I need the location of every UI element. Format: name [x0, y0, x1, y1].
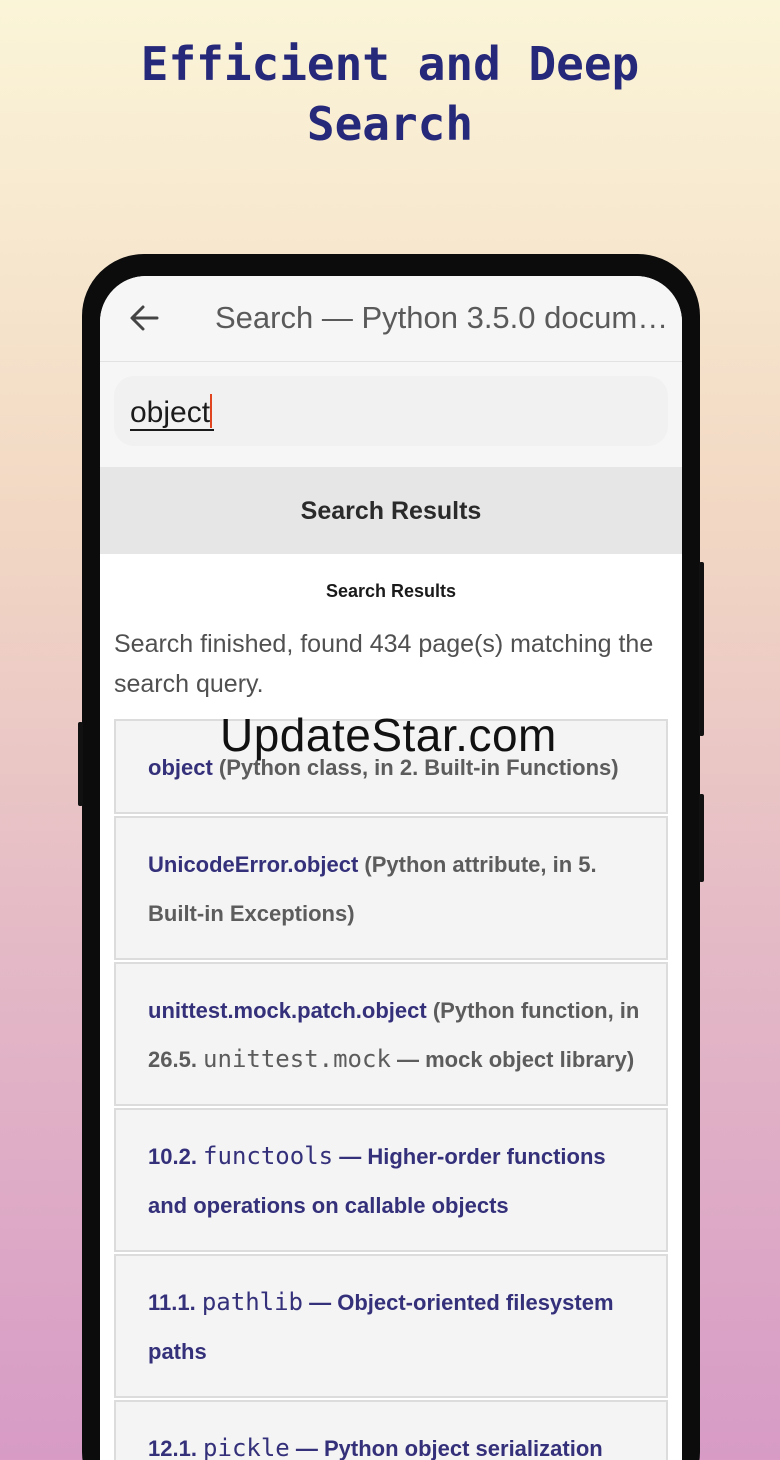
- back-button[interactable]: [124, 296, 164, 340]
- phone-volume-button: [699, 794, 704, 882]
- result-link[interactable]: 12.1. pickle — Python object serializati…: [148, 1434, 603, 1460]
- search-area: object: [100, 362, 682, 468]
- search-query: object: [130, 396, 211, 429]
- result-link[interactable]: unittest.mock.patch.object: [148, 998, 427, 1023]
- promo-title: Efficient and Deep Search: [0, 34, 780, 154]
- result-link[interactable]: object: [148, 755, 213, 780]
- phone-screen: Search — Python 3.5.0 documentation obje…: [100, 276, 682, 1460]
- result-module-name: pathlib: [201, 1288, 303, 1316]
- results-summary: Search finished, found 434 page(s) match…: [114, 630, 654, 698]
- result-link[interactable]: 10.2. functools — Higher-order functions…: [148, 1142, 606, 1218]
- search-box[interactable]: object: [114, 376, 668, 446]
- result-desc: (Python class, in 2. Built-in Functions): [212, 755, 619, 780]
- search-input[interactable]: object: [130, 394, 215, 431]
- result-module-name: pickle: [203, 1434, 290, 1460]
- results-subtitle: Search Results: [325, 581, 457, 601]
- result-item[interactable]: 11.1. pathlib — Object-oriented filesyst…: [114, 1254, 668, 1398]
- result-section-number: 10.2.: [148, 1144, 204, 1169]
- result-item[interactable]: 10.2. functools — Higher-order functions…: [114, 1108, 668, 1252]
- page-title: Search — Python 3.5.0 documentation: [215, 300, 678, 335]
- results-content: Search Results Search finished, found 43…: [100, 581, 682, 1460]
- result-section-number: 11.1.: [148, 1290, 202, 1315]
- result-link[interactable]: UnicodeError.object: [148, 852, 358, 877]
- results-header: Search Results: [100, 468, 682, 554]
- promo-title-line2: Search: [306, 97, 474, 151]
- phone-side-button: [78, 722, 83, 806]
- promo-title-line1: Efficient and Deep: [140, 37, 640, 91]
- result-item[interactable]: object (Python class, in 2. Built-in Fun…: [114, 719, 668, 814]
- result-list: object (Python class, in 2. Built-in Fun…: [114, 719, 668, 1460]
- result-item[interactable]: UnicodeError.object (Python attribute, i…: [114, 816, 668, 960]
- text-caret: [210, 394, 213, 428]
- phone-power-button: [699, 562, 704, 736]
- result-section-number: 12.1.: [148, 1436, 204, 1460]
- phone-frame: Search — Python 3.5.0 documentation obje…: [78, 254, 704, 1460]
- result-title: — Python object serialization: [289, 1436, 603, 1460]
- result-link[interactable]: 11.1. pathlib — Object-oriented filesyst…: [148, 1288, 614, 1364]
- result-module-name: unittest.mock: [203, 1045, 391, 1073]
- result-desc: — mock object library): [390, 1047, 635, 1072]
- result-module-name: functools: [203, 1142, 334, 1170]
- arrow-left-icon: [130, 305, 159, 331]
- app-bar: Search — Python 3.5.0 documentation: [100, 276, 682, 362]
- result-item[interactable]: 12.1. pickle — Python object serializati…: [114, 1400, 668, 1460]
- result-item[interactable]: unittest.mock.patch.object (Python funct…: [114, 962, 668, 1106]
